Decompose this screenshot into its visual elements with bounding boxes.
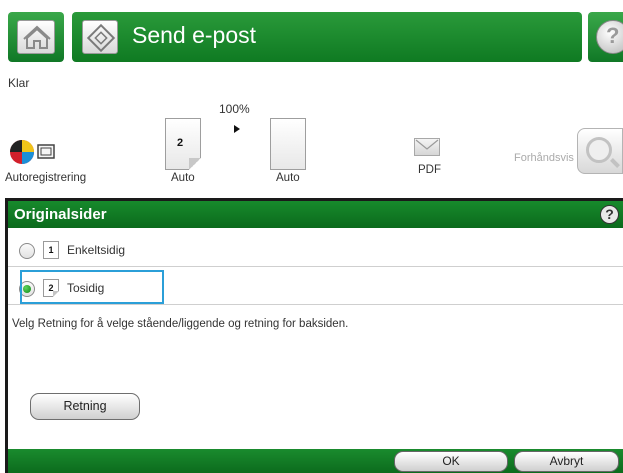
help-button[interactable]: ?: [588, 12, 623, 62]
orientation-button[interactable]: Retning: [30, 393, 140, 420]
file-type-label: PDF: [418, 164, 441, 176]
one-page-icon: 1: [43, 241, 59, 259]
help-icon: ?: [596, 20, 623, 54]
send-email-icon: [82, 20, 118, 54]
title-bar: Send e-post: [72, 12, 582, 62]
dialog-footer: OK Avbryt: [8, 449, 623, 473]
dialog-header: Originalsider ?: [8, 201, 623, 228]
pdf-envelope-icon[interactable]: [414, 138, 440, 156]
sides-label: Auto: [171, 172, 195, 184]
home-icon: [17, 20, 55, 54]
page-title: Send e-post: [132, 22, 257, 48]
radio-single-sided[interactable]: [19, 243, 35, 259]
settings-strip: Klar 100% Autoregistrering 2 Auto Auto P…: [0, 68, 623, 198]
help-symbol: ?: [606, 23, 620, 48]
top-bar: Send e-post ?: [0, 0, 623, 68]
preview-label: Forhåndsvis: [514, 152, 574, 164]
preview-button[interactable]: [577, 128, 623, 174]
option-single-sided[interactable]: 1 Enkeltsidig: [8, 234, 623, 267]
page-icon[interactable]: [270, 118, 306, 170]
home-button[interactable]: [8, 12, 64, 62]
magnifier-icon: [586, 137, 612, 163]
color-mode-label: Autoregistrering: [5, 172, 87, 184]
ok-button[interactable]: OK: [394, 451, 508, 472]
size-label: Auto: [276, 172, 300, 184]
arrow-right-icon: [234, 125, 240, 133]
color-mode-icon[interactable]: [8, 136, 62, 168]
status-text: Klar: [8, 76, 30, 90]
two-sided-page-icon[interactable]: 2: [165, 118, 201, 170]
zoom-level: 100%: [219, 102, 250, 116]
original-sides-dialog: Originalsider ? 1 Enkeltsidig 2 Tosidig …: [5, 198, 623, 473]
dialog-title: Originalsider: [14, 206, 107, 223]
info-text: Velg Retning for å velge stående/liggend…: [12, 318, 349, 330]
page-number: 2: [177, 137, 184, 149]
selection-highlight: [20, 270, 164, 304]
cancel-button[interactable]: Avbryt: [514, 451, 619, 472]
dialog-help-icon[interactable]: ?: [600, 205, 619, 224]
option-label-single: Enkeltsidig: [67, 243, 126, 257]
